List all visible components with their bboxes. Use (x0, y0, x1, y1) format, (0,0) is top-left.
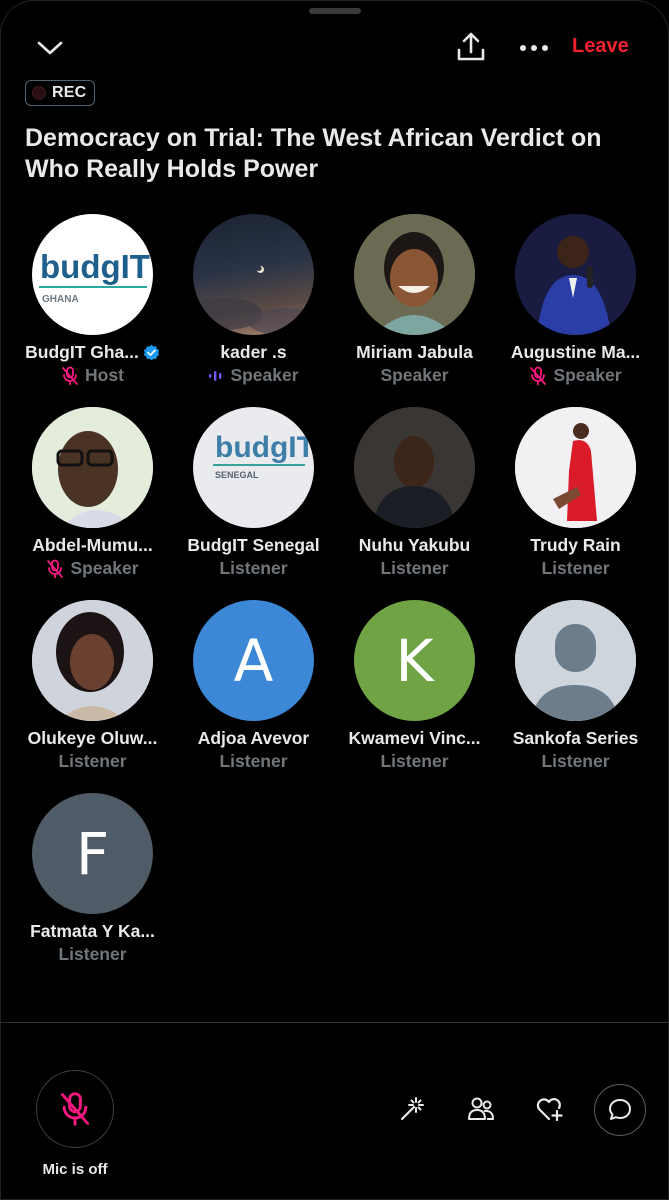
avatar (515, 407, 636, 528)
svg-text:GHANA: GHANA (42, 294, 79, 305)
mic-status-label: Mic is off (42, 1161, 108, 1178)
footer-divider (0, 1022, 669, 1023)
avatar: K (354, 600, 475, 721)
avatar-initial: F (75, 819, 110, 888)
avatar (354, 214, 475, 335)
participant-card[interactable]: Miriam Jabula Speaker (334, 214, 495, 386)
participant-name: Kwamevi Vinc... (348, 728, 481, 748)
svg-text:SENEGAL: SENEGAL (215, 470, 259, 480)
avatar-initial: A (233, 626, 274, 695)
participant-name: Trudy Rain (530, 535, 621, 555)
chat-icon[interactable] (594, 1084, 646, 1136)
leave-button[interactable]: Leave (572, 35, 629, 58)
mic-off-icon (62, 366, 78, 385)
participant-card[interactable]: budgIT GHANA BudgIT Gha... Host (12, 214, 173, 386)
participant-role: Listener (541, 558, 610, 578)
participant-name: kader .s (220, 342, 287, 362)
mic-toggle-button[interactable] (36, 1070, 114, 1148)
recording-label: REC (52, 84, 87, 101)
participant-name: Miriam Jabula (356, 342, 473, 362)
recording-dot-icon (32, 86, 46, 100)
svg-text:budgIT: budgIT (40, 248, 150, 285)
svg-text:budgIT: budgIT (215, 431, 314, 464)
participant-name: BudgIT Senegal (187, 535, 320, 555)
speaking-icon (209, 370, 222, 381)
avatar (193, 214, 314, 335)
participant-card[interactable]: kader .s Speaker (173, 214, 334, 386)
participant-role: Listener (541, 751, 610, 771)
avatar (515, 214, 636, 335)
participant-name: BudgIT Gha... (25, 342, 139, 362)
participant-card[interactable]: A Adjoa Avevor Listener (173, 600, 334, 772)
participant-role: Speaker (553, 365, 622, 385)
chevron-down-icon[interactable] (30, 30, 70, 66)
participant-card[interactable]: budgIT SENEGAL BudgIT Senegal Listener (173, 407, 334, 579)
participant-card[interactable]: Sankofa Series Listener (495, 600, 656, 772)
participant-role: Listener (58, 751, 127, 771)
participant-card[interactable]: Augustine Ma... Speaker (495, 214, 656, 386)
participant-role: Speaker (380, 365, 449, 385)
avatar (32, 600, 153, 721)
more-icon[interactable] (512, 30, 556, 66)
participant-role: Speaker (230, 365, 299, 385)
heart-plus-icon[interactable] (529, 1088, 571, 1130)
participant-name: Olukeye Oluw... (27, 728, 158, 748)
mic-off-icon (47, 559, 64, 578)
space-sheet: Leave REC Democracy on Trial: The West A… (0, 0, 669, 1200)
participant-role: Listener (58, 944, 127, 964)
participant-card[interactable]: Olukeye Oluw... Listener (12, 600, 173, 772)
participant-name: Fatmata Y Ka... (30, 921, 155, 941)
recording-badge: REC (25, 80, 96, 106)
verified-badge-icon (143, 344, 160, 361)
share-icon[interactable] (448, 26, 494, 68)
participant-name: Adjoa Avevor (197, 728, 310, 748)
participant-card[interactable]: Trudy Rain Listener (495, 407, 656, 579)
avatar (354, 407, 475, 528)
participant-role: Listener (219, 558, 288, 578)
avatar: F (32, 793, 153, 914)
avatar (32, 407, 153, 528)
participant-card[interactable]: K Kwamevi Vinc... Listener (334, 600, 495, 772)
participant-card[interactable]: Nuhu Yakubu Listener (334, 407, 495, 579)
participant-name: Augustine Ma... (510, 342, 641, 362)
participant-role: Host (85, 365, 124, 385)
participant-name: Abdel-Mumu... (32, 535, 153, 555)
people-icon[interactable] (460, 1088, 502, 1130)
mic-off-icon (60, 1092, 90, 1126)
avatar: A (193, 600, 314, 721)
mic-off-icon (530, 366, 547, 385)
participant-card[interactable]: F Fatmata Y Ka... Listener (12, 793, 173, 965)
effects-icon[interactable] (391, 1088, 433, 1130)
participant-name: Sankofa Series (512, 728, 639, 748)
avatar: budgIT GHANA (32, 214, 153, 335)
avatar: budgIT SENEGAL (193, 407, 314, 528)
space-title: Democracy on Trial: The West African Ver… (25, 124, 602, 183)
participant-role: Listener (380, 558, 449, 578)
drag-handle[interactable] (309, 8, 361, 14)
participant-role: Listener (219, 751, 288, 771)
participant-role: Listener (380, 751, 449, 771)
default-avatar-icon (515, 600, 636, 721)
participant-card[interactable]: Abdel-Mumu... Speaker (12, 407, 173, 579)
avatar-initial: K (395, 626, 434, 695)
participant-name: Nuhu Yakubu (358, 535, 471, 555)
participant-role: Speaker (70, 558, 139, 578)
top-bar: Leave (0, 22, 669, 72)
